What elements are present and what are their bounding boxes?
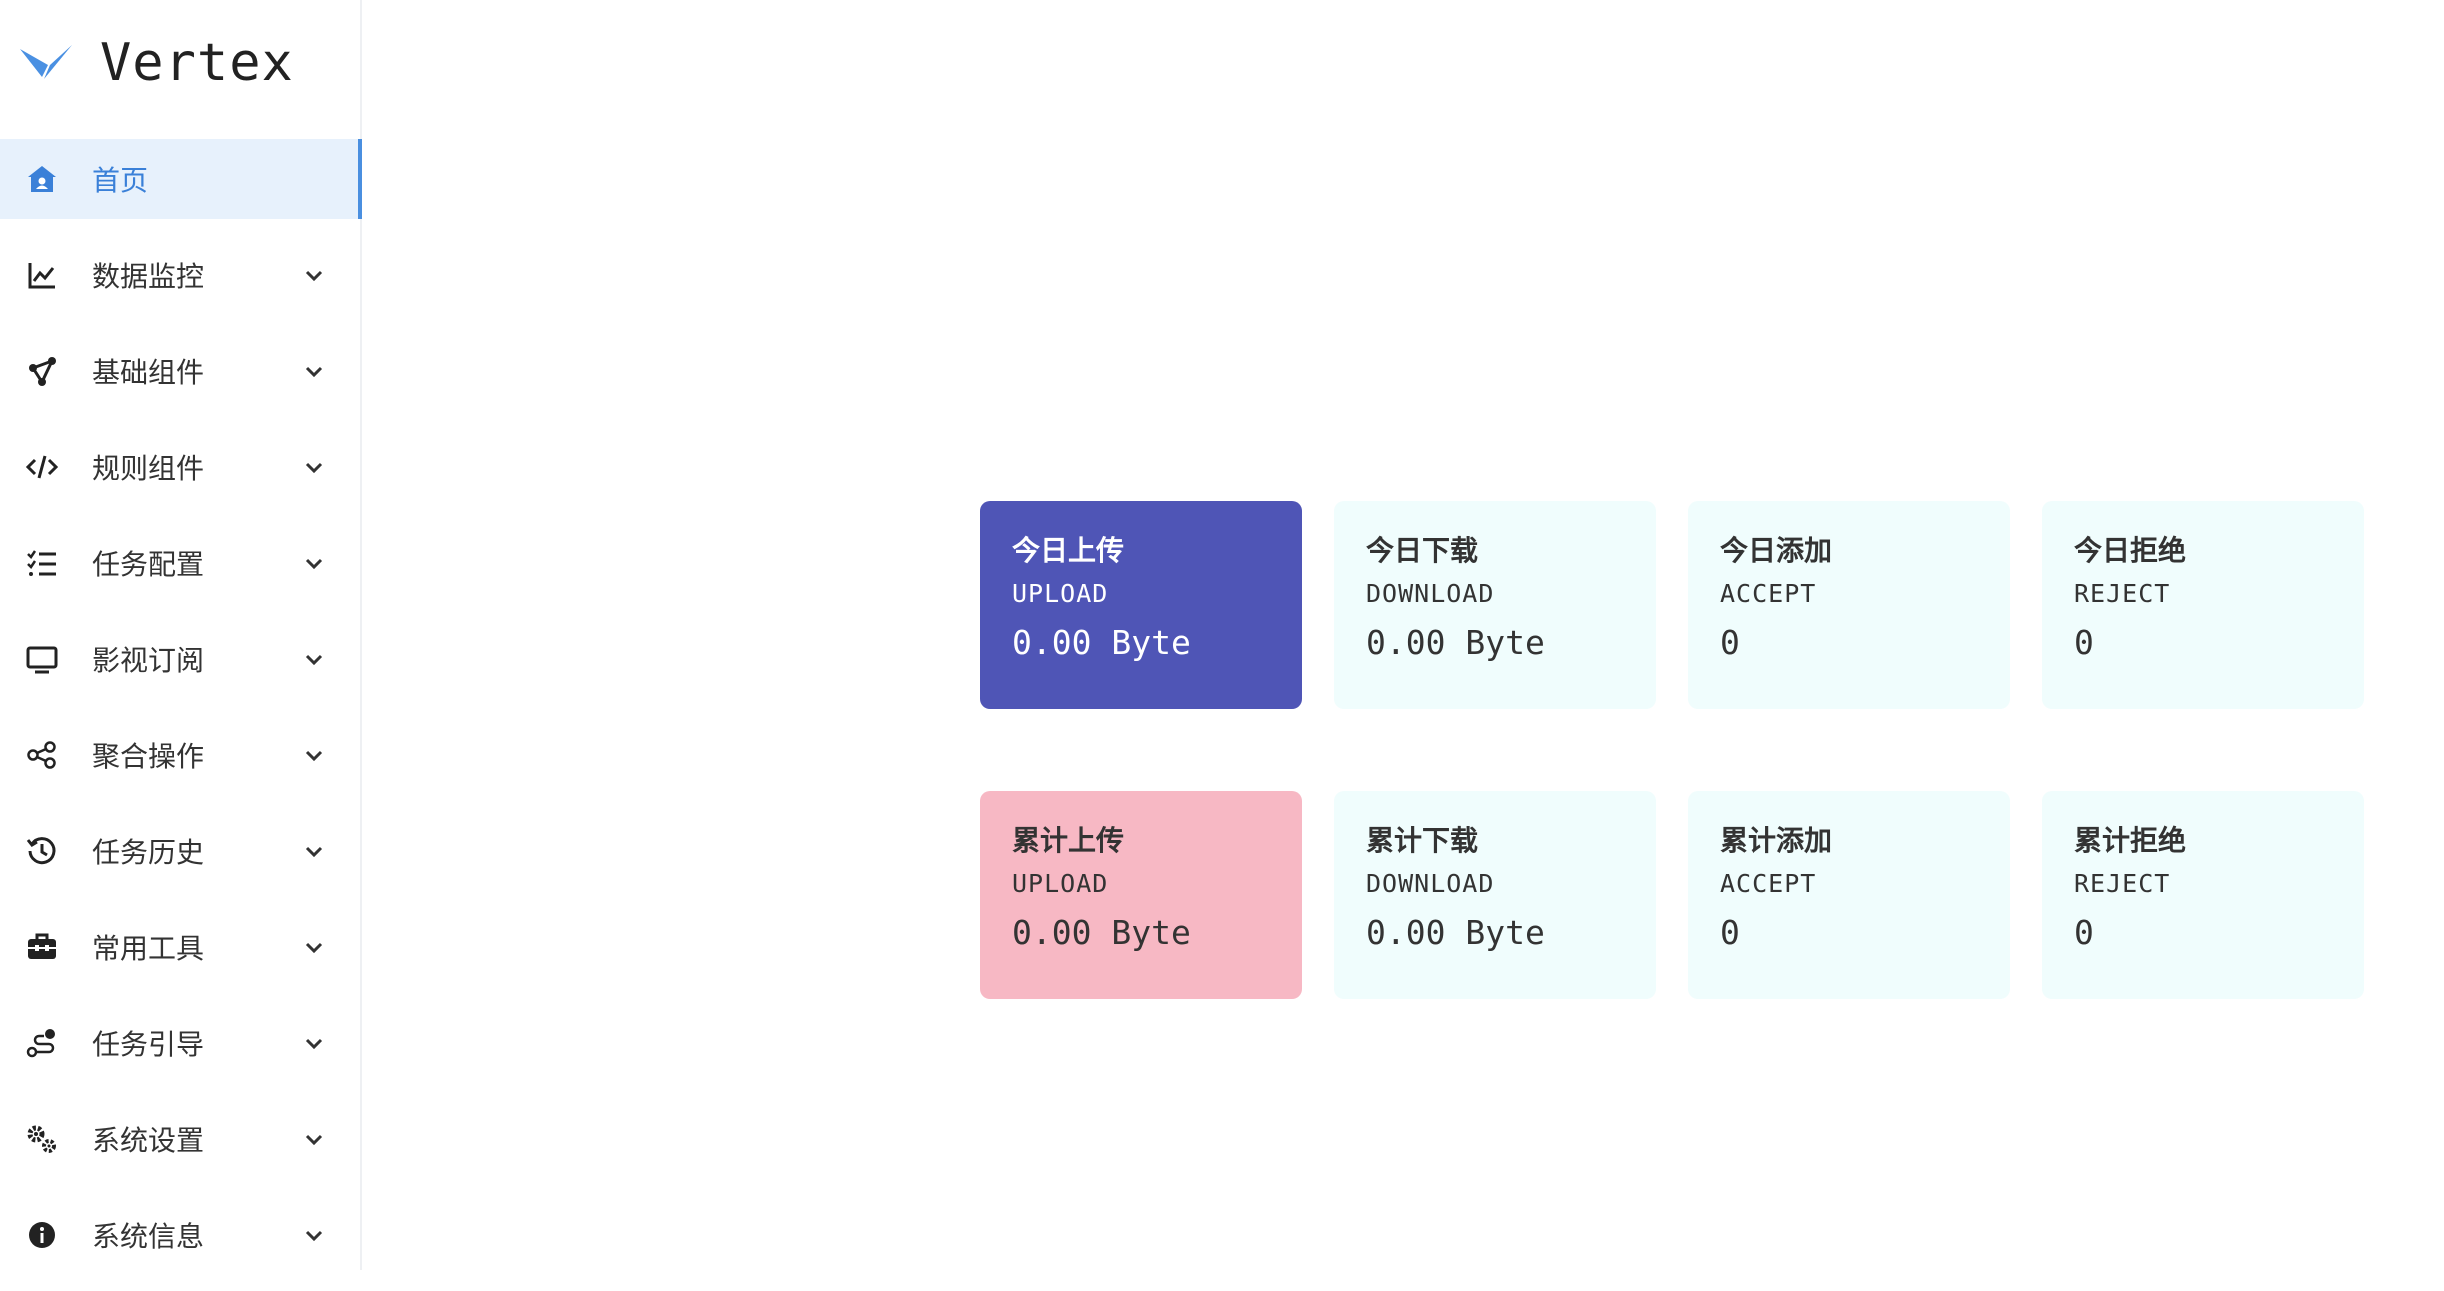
stat-subtitle: DOWNLOAD [1366,579,1495,608]
stat-subtitle: REJECT [2074,579,2171,608]
gears-icon [22,1119,62,1159]
sidebar-item-label: 数据监控 [92,260,205,293]
chevron-down-icon[interactable] [300,453,328,481]
toolbox-icon [22,927,62,967]
sidebar-item-label: 任务历史 [92,836,205,869]
stat-card-total-download: 累计下载 DOWNLOAD 0.00 Byte [1334,791,1656,999]
chevron-down-icon[interactable] [300,357,328,385]
chevron-down-icon[interactable] [300,741,328,769]
sidebar-item-aggregate-operations[interactable]: 聚合操作 [0,715,362,795]
sidebar-item-rule-components[interactable]: 规则组件 [0,427,362,507]
route-icon [22,1023,62,1063]
sidebar-item-label: 常用工具 [92,932,205,965]
chevron-down-icon[interactable] [300,933,328,961]
sidebar-item-system-settings[interactable]: 系统设置 [0,1099,362,1179]
sidebar-item-label: 任务配置 [92,548,205,581]
sidebar-nav: 首页 数据监控 基础组件 规则组件 任务配置 影视订阅 聚合操作 任务历史 常用… [0,139,362,1291]
stat-card-today-accept: 今日添加 ACCEPT 0 [1688,501,2010,709]
sidebar-item-task-config[interactable]: 任务配置 [0,523,362,603]
stat-value: 0 [2074,623,2094,662]
stat-value: 0.00 Byte [1012,913,1191,952]
share-icon [22,735,62,775]
sidebar-item-common-tools[interactable]: 常用工具 [0,907,362,987]
sidebar-item-label: 影视订阅 [92,644,205,677]
stat-value: 0 [1720,913,1740,952]
vertex-logo-icon [20,45,72,79]
sidebar-item-data-monitor[interactable]: 数据监控 [0,235,362,315]
history-icon [22,831,62,871]
chevron-down-icon[interactable] [300,1221,328,1249]
stat-title: 今日添加 [1720,534,1833,567]
nodes-icon [22,351,62,391]
code-icon [22,447,62,487]
stat-value: 0 [1720,623,1740,662]
info-icon [22,1215,62,1255]
sidebar-item-system-info[interactable]: 系统信息 [0,1195,362,1275]
stat-subtitle: UPLOAD [1012,869,1109,898]
stat-title: 今日拒绝 [2074,534,2187,567]
stat-subtitle: UPLOAD [1012,579,1109,608]
stat-title: 累计下载 [1366,824,1479,857]
chart-line-icon [22,255,62,295]
sidebar-item-label: 首页 [92,164,149,197]
stat-value: 0.00 Byte [1012,623,1191,662]
stat-card-today-upload: 今日上传 UPLOAD 0.00 Byte [980,501,1302,709]
logo[interactable]: Vertex [18,18,294,108]
sidebar-item-basic-components[interactable]: 基础组件 [0,331,362,411]
chevron-down-icon[interactable] [300,1125,328,1153]
sidebar-item-label: 聚合操作 [92,740,205,773]
stat-card-total-reject: 累计拒绝 REJECT 0 [2042,791,2364,999]
sidebar-item-task-history[interactable]: 任务历史 [0,811,362,891]
sidebar-item-label: 系统信息 [92,1220,205,1253]
chevron-down-icon[interactable] [300,549,328,577]
stat-title: 今日上传 [1012,534,1125,567]
stat-value: 0.00 Byte [1366,913,1545,952]
sidebar-item-label: 任务引导 [92,1028,205,1061]
stat-title: 累计添加 [1720,824,1833,857]
chevron-down-icon[interactable] [300,261,328,289]
sidebar-item-label: 系统设置 [92,1124,205,1157]
sidebar-item-home[interactable]: 首页 [0,139,362,219]
sidebar-item-label: 规则组件 [92,452,205,485]
stat-value: 0.00 Byte [1366,623,1545,662]
app-name: Vertex [100,33,294,93]
stat-title: 今日下载 [1366,534,1479,567]
home-icon [22,159,62,199]
sidebar-item-label: 基础组件 [92,356,205,389]
stat-subtitle: REJECT [2074,869,2171,898]
stat-card-total-accept: 累计添加 ACCEPT 0 [1688,791,2010,999]
chevron-down-icon[interactable] [300,1029,328,1057]
stat-subtitle: DOWNLOAD [1366,869,1495,898]
chevron-down-icon[interactable] [300,645,328,673]
stat-subtitle: ACCEPT [1720,869,1817,898]
stat-card-today-reject: 今日拒绝 REJECT 0 [2042,501,2364,709]
sidebar-item-video-subscription[interactable]: 影视订阅 [0,619,362,699]
monitor-icon [22,639,62,679]
stat-title: 累计上传 [1012,824,1125,857]
chevron-down-icon[interactable] [300,837,328,865]
checklist-icon [22,543,62,583]
stat-subtitle: ACCEPT [1720,579,1817,608]
stat-title: 累计拒绝 [2074,824,2187,857]
stat-card-total-upload: 累计上传 UPLOAD 0.00 Byte [980,791,1302,999]
stat-card-today-download: 今日下载 DOWNLOAD 0.00 Byte [1334,501,1656,709]
sidebar-item-task-guide[interactable]: 任务引导 [0,1003,362,1083]
sidebar: Vertex 首页 数据监控 基础组件 规则组件 任务配置 影视订阅 聚合操作 … [0,0,362,1270]
stat-value: 0 [2074,913,2094,952]
